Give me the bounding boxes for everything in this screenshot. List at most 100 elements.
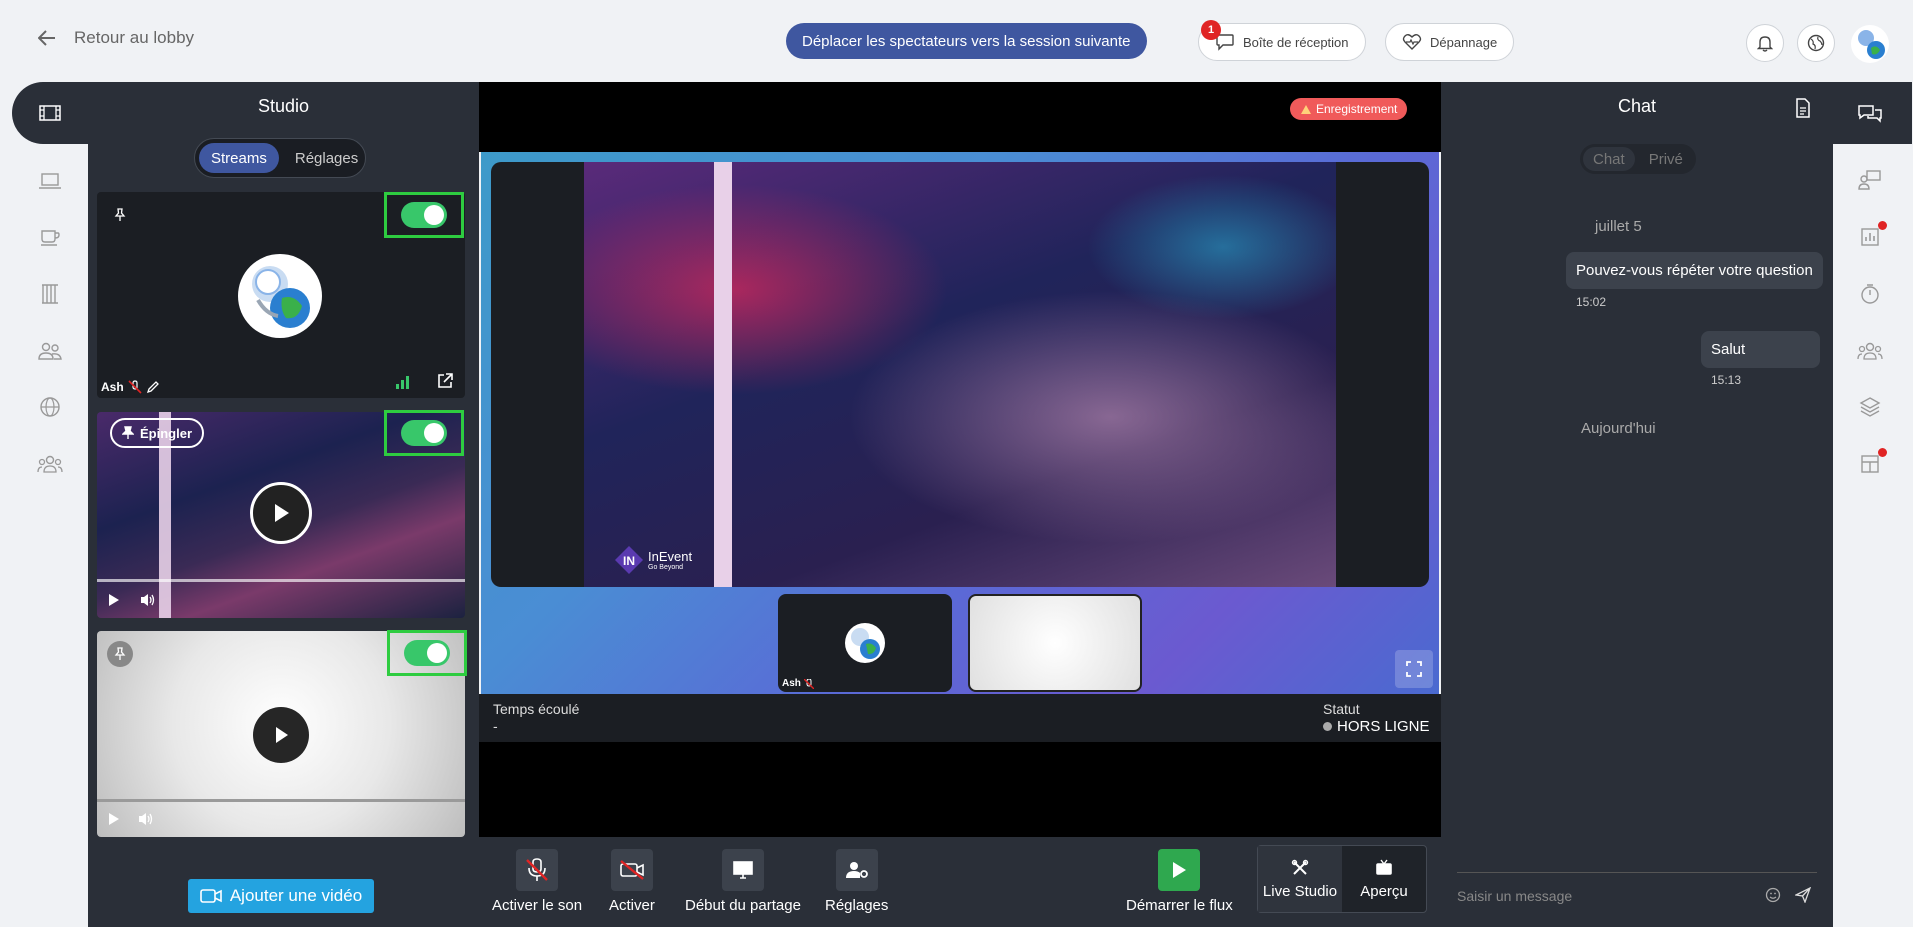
- people-icon[interactable]: [36, 337, 64, 365]
- user-avatar[interactable]: [1850, 24, 1890, 64]
- logo-subtext: Go Beyond: [648, 564, 684, 571]
- toggle-switch[interactable]: [401, 202, 447, 228]
- participant-label: Ash: [101, 380, 160, 394]
- preview-label: Aperçu: [1360, 882, 1408, 900]
- chat-icon[interactable]: [1856, 99, 1884, 127]
- video-progress-bar[interactable]: [97, 579, 465, 582]
- video-progress-bar[interactable]: [97, 799, 465, 802]
- main-video: IN InEvent Go Beyond: [584, 162, 1336, 587]
- chat-tabs: Chat Privé: [1580, 144, 1696, 174]
- live-studio-button[interactable]: Live Studio: [1258, 846, 1342, 912]
- pin-button[interactable]: Épingler: [110, 418, 205, 448]
- fullscreen-button[interactable]: [1395, 650, 1433, 688]
- message-placeholder: Saisir un message: [1457, 888, 1573, 904]
- globe-icon[interactable]: [36, 393, 64, 421]
- external-link-icon[interactable]: [436, 372, 454, 390]
- notifications-button[interactable]: [1746, 24, 1784, 62]
- send-icon[interactable]: [1795, 887, 1811, 903]
- stage-thumbnail-video[interactable]: [968, 594, 1142, 692]
- laptop-icon[interactable]: [36, 167, 64, 195]
- pencil-icon[interactable]: [146, 380, 160, 394]
- preview-button[interactable]: Aperçu: [1342, 846, 1426, 912]
- play-small-icon[interactable]: [107, 593, 121, 607]
- add-video-button[interactable]: Ajouter une vidéo: [188, 879, 374, 913]
- message-time: 15:13: [1711, 373, 1742, 387]
- start-stream-button[interactable]: Démarrer le flux: [1126, 849, 1233, 914]
- poll-chart-icon[interactable]: [1856, 221, 1887, 251]
- logo-text: InEvent: [648, 549, 693, 564]
- unmute-button[interactable]: Activer le son: [492, 849, 582, 914]
- svg-text:IN: IN: [623, 554, 635, 568]
- troubleshoot-button[interactable]: Dépannage: [1385, 23, 1515, 61]
- recording-label: Enregistrement: [1316, 102, 1398, 116]
- coffee-cup-icon[interactable]: [36, 223, 64, 251]
- right-tool-rail: [1833, 144, 1913, 927]
- chat-date: Aujourd'hui: [1581, 420, 1656, 437]
- camera-button[interactable]: Activer: [609, 849, 655, 914]
- inbox-button[interactable]: 1 Boîte de réception: [1198, 20, 1366, 61]
- play-icon: [272, 725, 290, 745]
- settings-button[interactable]: Réglages: [825, 849, 888, 914]
- volume-icon[interactable]: [139, 592, 157, 608]
- expand-icon: [1406, 661, 1422, 677]
- studio-title: Studio: [257, 96, 310, 116]
- stream-toggle-2[interactable]: [384, 410, 464, 456]
- back-label: Retour au lobby: [74, 28, 195, 47]
- chat-message: Salut: [1701, 331, 1820, 368]
- status-value: HORS LIGNE: [1323, 718, 1430, 735]
- pin-icon[interactable]: [107, 641, 133, 667]
- pin-icon: [122, 426, 134, 440]
- presenter-icon[interactable]: [1856, 166, 1884, 194]
- tools-icon: [1291, 859, 1309, 877]
- message-input[interactable]: Saisir un message: [1457, 872, 1817, 904]
- play-button[interactable]: [250, 482, 312, 544]
- chat-title: Chat: [1617, 96, 1657, 116]
- avatar: [845, 623, 885, 663]
- layers-icon[interactable]: [1856, 393, 1884, 421]
- tab-streams[interactable]: Streams: [199, 143, 279, 173]
- toggle-switch[interactable]: [401, 420, 447, 446]
- emoji-icon[interactable]: [1765, 887, 1781, 903]
- grid-layout-icon[interactable]: [1856, 448, 1887, 478]
- stream-toggle-3[interactable]: [387, 630, 467, 676]
- add-video-label: Ajouter une vidéo: [229, 886, 363, 905]
- bell-icon: [1757, 34, 1773, 52]
- pin-icon[interactable]: [107, 202, 133, 228]
- video-camera-icon: [200, 888, 222, 904]
- main-screen: IN InEvent Go Beyond: [491, 162, 1429, 587]
- play-small-icon[interactable]: [107, 812, 121, 826]
- elapsed-label: Temps écoulé: [493, 701, 580, 717]
- participant-name: Ash: [101, 380, 124, 394]
- heart-pulse-icon: [1402, 33, 1422, 51]
- language-button[interactable]: [1797, 24, 1835, 62]
- document-icon[interactable]: [1795, 98, 1811, 118]
- move-attendees-button[interactable]: Déplacer les spectateurs vers la session…: [786, 23, 1147, 59]
- start-share-button[interactable]: Début du partage: [685, 849, 801, 914]
- booth-icon[interactable]: [36, 280, 64, 308]
- tab-chat[interactable]: Chat: [1583, 147, 1635, 171]
- group-icon[interactable]: [36, 450, 64, 478]
- film-icon[interactable]: [36, 99, 64, 127]
- mic-muted-icon: [516, 849, 559, 891]
- unmute-label: Activer le son: [492, 897, 583, 914]
- status-dot: [1323, 722, 1332, 731]
- stream-toggle-1[interactable]: [384, 192, 464, 238]
- toggle-switch[interactable]: [404, 640, 450, 666]
- stage-thumbnail-camera[interactable]: Ash: [778, 594, 952, 692]
- stage-bottom-area: [479, 742, 1441, 837]
- arrow-left-icon: [38, 30, 56, 46]
- attendees-icon[interactable]: [1856, 337, 1884, 365]
- tab-settings[interactable]: Réglages: [283, 143, 370, 173]
- left-nav-rail: [0, 144, 88, 927]
- view-mode-group: Live Studio Aperçu: [1257, 845, 1427, 913]
- play-button[interactable]: [253, 707, 309, 763]
- inevent-logo: IN InEvent Go Beyond: [614, 545, 692, 575]
- timer-icon[interactable]: [1856, 280, 1884, 308]
- globe-icon: [1807, 34, 1825, 52]
- chat-date: juillet 5: [1595, 218, 1642, 235]
- back-to-lobby-link[interactable]: Retour au lobby: [38, 28, 194, 48]
- tab-private[interactable]: Privé: [1639, 147, 1693, 171]
- volume-icon[interactable]: [137, 811, 155, 827]
- control-bar: Activer le son Activer Début du partage …: [479, 837, 1441, 927]
- user-gear-icon: [835, 849, 878, 891]
